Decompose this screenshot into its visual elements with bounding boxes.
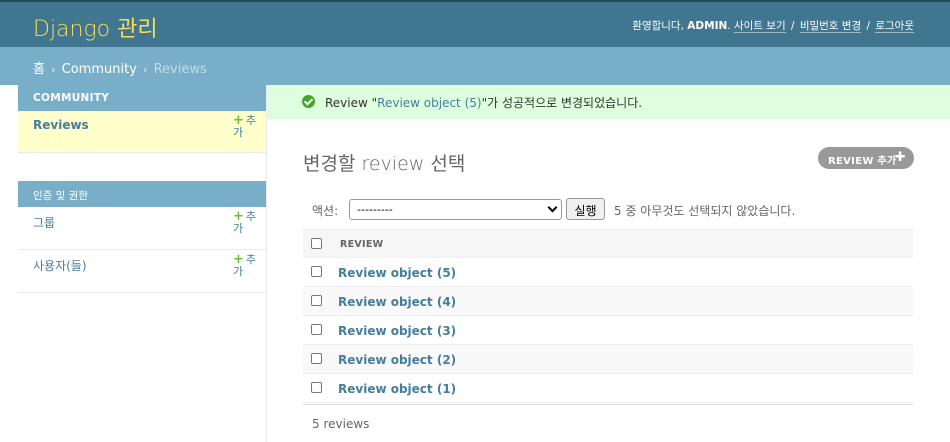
add-review-link[interactable]: + 추가 xyxy=(233,114,263,139)
sidebar-item-users: 사용자(들) + 추가 xyxy=(18,250,266,293)
row-checkbox[interactable] xyxy=(311,324,322,335)
action-select-value: --------- xyxy=(357,203,393,216)
review-object-link[interactable]: Review object (2) xyxy=(338,353,456,367)
app-caption-auth[interactable]: 인증 및 권한 xyxy=(18,181,266,207)
table-row: Review object (5) xyxy=(303,258,913,287)
header: Django 관리 환영합니다, ADMIN. 사이트 보기 / 비밀번호 변경… xyxy=(0,0,950,47)
breadcrumb-app[interactable]: Community xyxy=(62,62,137,77)
table-row: Review object (2) xyxy=(303,345,913,374)
breadcrumb-separator: › xyxy=(143,63,148,76)
success-message: Review "Review object (5)"가 성공적으로 변경되었습니… xyxy=(267,85,950,119)
sidebar-item-reviews-link[interactable]: Reviews xyxy=(33,118,89,132)
column-header-review[interactable]: REVIEW xyxy=(340,239,383,250)
sidebar-item-reviews: Reviews + 추가 xyxy=(18,111,266,153)
page-title: 변경할 review 선택 xyxy=(303,153,466,175)
row-checkbox[interactable] xyxy=(311,295,322,306)
add-group-link[interactable]: + 추가 xyxy=(233,210,263,235)
breadcrumb: 홈 › Community › Reviews xyxy=(0,47,950,85)
plus-icon: ✚ xyxy=(894,150,906,165)
run-action-button[interactable]: 실행 xyxy=(566,198,605,220)
review-object-link[interactable]: Review object (5) xyxy=(338,266,456,280)
review-object-link[interactable]: Review object (4) xyxy=(338,295,456,309)
row-checkbox[interactable] xyxy=(311,353,322,364)
message-suffix: "가 성공적으로 변경되었습니다. xyxy=(481,96,643,110)
review-object-link[interactable]: Review object (3) xyxy=(338,324,456,338)
actions-bar: 액션: --------- 실행 5 중 아무것도 선택되지 않았습니다. xyxy=(303,196,913,222)
breadcrumb-separator: › xyxy=(51,63,56,76)
app-caption-community[interactable]: COMMUNITY xyxy=(18,85,266,111)
table-row: Review object (4) xyxy=(303,287,913,316)
table-row: Review object (1) xyxy=(303,374,913,403)
select-all-checkbox[interactable] xyxy=(311,238,322,249)
logout-link[interactable]: 로그아웃 xyxy=(875,20,914,33)
breadcrumb-home[interactable]: 홈 xyxy=(33,62,45,77)
table-row: Review object (3) xyxy=(303,316,913,345)
paginator: 5 reviews xyxy=(303,404,913,442)
review-object-link[interactable]: Review object (1) xyxy=(338,382,456,396)
site-name[interactable]: Django 관리 xyxy=(33,11,158,43)
sidebar-item-groups: 그룹 + 추가 xyxy=(18,207,266,250)
action-select[interactable]: --------- xyxy=(349,199,562,220)
add-review-button[interactable]: REVIEW 추가 ✚ xyxy=(818,147,914,169)
sidebar-item-groups-link[interactable]: 그룹 xyxy=(33,214,55,231)
add-user-link[interactable]: + 추가 xyxy=(233,253,263,278)
sidebar-item-users-link[interactable]: 사용자(들) xyxy=(33,257,87,274)
result-list: REVIEW Review object (5) Review object (… xyxy=(303,229,913,403)
action-label: 액션: xyxy=(312,204,339,218)
change-password-link[interactable]: 비밀번호 변경 xyxy=(799,20,862,33)
view-site-link[interactable]: 사이트 보기 xyxy=(733,20,786,33)
user-tools: 환영합니다, ADMIN. 사이트 보기 / 비밀번호 변경 / 로그아웃 xyxy=(632,20,914,33)
nav-sidebar: COMMUNITY Reviews + 추가 인증 및 권한 그룹 + 추가 사용자… xyxy=(18,85,267,442)
selection-counter: 5 중 아무것도 선택되지 않았습니다. xyxy=(614,204,796,218)
checkmark-icon xyxy=(302,95,315,108)
message-prefix: Review " xyxy=(325,96,378,110)
chevron-down-icon xyxy=(547,202,558,213)
row-checkbox[interactable] xyxy=(311,266,322,277)
breadcrumb-current: Reviews xyxy=(153,62,207,77)
message-object-link[interactable]: Review object (5) xyxy=(377,96,481,110)
app-module-community: COMMUNITY Reviews + 추가 xyxy=(18,85,266,153)
welcome-text: 환영합니다, xyxy=(632,20,684,32)
app-module-auth: 인증 및 권한 그룹 + 추가 사용자(들) + 추가 xyxy=(18,181,266,293)
username: ADMIN xyxy=(687,20,728,32)
row-checkbox[interactable] xyxy=(311,382,322,393)
table-header: REVIEW xyxy=(303,229,913,258)
add-review-button-label: REVIEW 추가 xyxy=(828,156,897,167)
